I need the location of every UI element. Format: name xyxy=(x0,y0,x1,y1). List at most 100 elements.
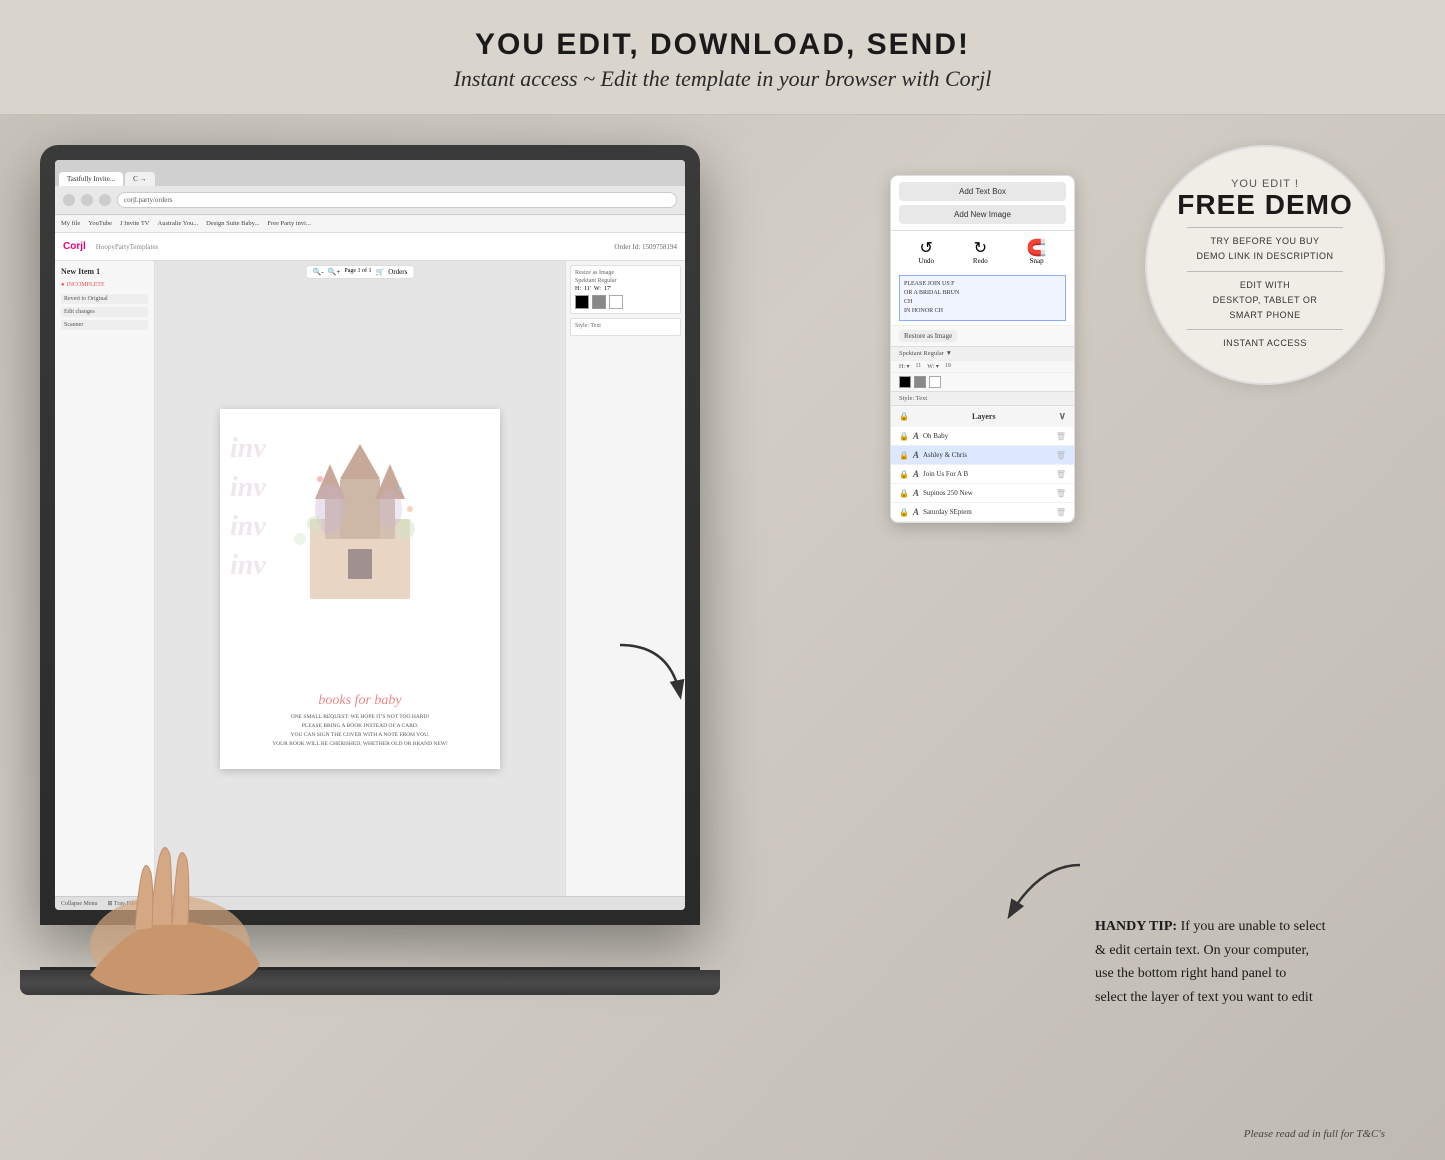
layer-trash-4[interactable]: 🗑 xyxy=(1056,489,1066,498)
rp-font-label: Spektant Regular xyxy=(575,278,676,284)
layer-item-saturday[interactable]: 🔒 A Saturday SEptem 🗑 xyxy=(891,503,1074,522)
browser-tab-active[interactable]: Tastfully Invite... xyxy=(59,172,123,186)
undo-btn[interactable]: ↺ Undo xyxy=(918,241,934,265)
rp-size-row: H:11'W:17' xyxy=(575,286,676,292)
rp-style-label: Style: Text xyxy=(575,323,676,329)
browser-chrome: Tastfully Invite... C → corjl.party/orde… xyxy=(55,160,685,215)
browser-tab-2[interactable]: C → xyxy=(125,172,154,186)
bookmark-5[interactable]: Design Suite Baby... xyxy=(206,220,259,227)
hand-area xyxy=(60,795,280,995)
card-bg-text: invinvinvinv xyxy=(230,429,266,586)
layer-trash-2[interactable]: 🗑 xyxy=(1056,451,1066,460)
mobile-panel: Add Text Box Add New Image ↺ Undo ↻ Redo… xyxy=(890,175,1075,523)
zoom-in-btn[interactable]: 🔍+ xyxy=(328,268,341,276)
color-gray[interactable] xyxy=(592,295,606,309)
incomplete-badge: ●INCOMPLETE xyxy=(61,282,148,288)
bookmark-2[interactable]: YouTube xyxy=(88,220,112,227)
layers-expand-icon[interactable]: ∨ xyxy=(1059,411,1066,422)
corjl-header: Corjl HoopyPartyTemplates Order Id: 1509… xyxy=(55,233,685,261)
nav-back-btn[interactable] xyxy=(63,194,75,206)
nav-reload-btn[interactable] xyxy=(99,194,111,206)
color-row xyxy=(891,372,1074,391)
action-item-3[interactable]: Scanner xyxy=(61,320,148,330)
card-bottom-text: books for baby ONE SMALL REQUEST: WE HOP… xyxy=(250,693,470,748)
corjl-subbrand: HoopyPartyTemplates xyxy=(96,243,159,251)
layer-name-4: Supinos 250 New xyxy=(923,489,973,497)
badge-instant-access: INSTANT ACCESS xyxy=(1223,336,1307,351)
layer-lock-2: 🔒 xyxy=(899,451,909,460)
layer-item-join-us[interactable]: 🔒 A Join Us For A B 🗑 xyxy=(891,465,1074,484)
restore-image-btn[interactable]: Restore as Image xyxy=(899,330,957,342)
layer-lock-4: 🔒 xyxy=(899,489,909,498)
arrow-to-layers xyxy=(990,855,1090,940)
tip-text-area: HANDY TIP: If you are unable to select& … xyxy=(1095,915,1385,1010)
color-swatch-white[interactable] xyxy=(929,376,941,388)
mp-icons-row: ↺ Undo ↻ Redo 🧲 Snap xyxy=(891,237,1074,271)
action-item-1[interactable]: Revert to Original xyxy=(61,294,148,304)
bookmark-4[interactable]: Australie You... xyxy=(158,220,199,227)
badge-divider-2 xyxy=(1187,271,1344,272)
layer-trash-3[interactable]: 🗑 xyxy=(1056,470,1066,479)
undo-label: Undo xyxy=(918,257,934,265)
nav-forward-btn[interactable] xyxy=(81,194,93,206)
color-white[interactable] xyxy=(609,295,623,309)
badge-divider-1 xyxy=(1187,227,1344,228)
layer-item-oh-baby[interactable]: 🔒 A Oh Baby 🗑 xyxy=(891,427,1074,446)
layer-lock-3: 🔒 xyxy=(899,470,909,479)
main-area: Tastfully Invite... C → corjl.party/orde… xyxy=(0,115,1445,1160)
handy-tip-label: HANDY TIP: xyxy=(1095,919,1177,934)
color-swatch-black[interactable] xyxy=(899,376,911,388)
address-field[interactable]: corjl.party/orders xyxy=(117,192,677,208)
redo-btn[interactable]: ↻ Redo xyxy=(973,241,988,265)
snap-btn[interactable]: 🧲 Snap xyxy=(1027,241,1047,265)
laptop-mockup: Tastfully Invite... C → corjl.party/orde… xyxy=(40,145,720,995)
snap-icon: 🧲 xyxy=(1027,241,1047,257)
font-selector[interactable]: Spektant Regular ▼ xyxy=(891,346,1074,360)
badge-free-demo: FREE DEMO xyxy=(1177,190,1352,221)
layer-lock-1: 🔒 xyxy=(899,432,909,441)
action-item-2[interactable]: Edit changes xyxy=(61,307,148,317)
color-black[interactable] xyxy=(575,295,589,309)
badge-divider-3 xyxy=(1187,329,1344,330)
orders-label: Orders xyxy=(388,268,407,276)
redo-label: Redo xyxy=(973,257,988,265)
card-small-text: ONE SMALL REQUEST: WE HOPE IT'S NOT TOO … xyxy=(250,713,470,748)
layers-header: 🔒 Layers ∨ xyxy=(891,405,1074,427)
layer-item-supinos[interactable]: 🔒 A Supinos 250 New 🗑 xyxy=(891,484,1074,503)
order-id: Order Id: 1509758194 xyxy=(614,243,677,251)
layer-type-1: A xyxy=(913,431,919,441)
top-banner: YOU EDIT, DOWNLOAD, SEND! Instant access… xyxy=(0,0,1445,115)
circle-badge: YOU EDIT ! FREE DEMO TRY BEFORE YOU BUY … xyxy=(1145,145,1385,385)
color-swatch-gray[interactable] xyxy=(914,376,926,388)
mp-divider-1 xyxy=(891,230,1074,231)
layers-title: Layers xyxy=(972,412,996,421)
card-castle xyxy=(290,439,430,599)
bookmark-6[interactable]: Free Party invi... xyxy=(267,220,311,227)
corjl-logo: Corjl xyxy=(63,241,86,252)
layer-type-4: A xyxy=(913,488,919,498)
browser-addressbar: corjl.party/orders xyxy=(55,186,685,214)
bookmark-1[interactable]: My file xyxy=(61,220,80,227)
text-box-preview: PLEASE JOIN US FOR A BRIDAL BRUNCHIN HON… xyxy=(899,275,1066,321)
headline-line1: YOU EDIT, DOWNLOAD, SEND! xyxy=(20,28,1425,62)
layer-trash-5[interactable]: 🗑 xyxy=(1056,508,1066,517)
add-text-box-btn[interactable]: Add Text Box xyxy=(899,182,1066,201)
layer-trash-1[interactable]: 🗑 xyxy=(1056,432,1066,441)
layer-item-ashley-chris[interactable]: 🔒 A Ashley & Chris 🗑 xyxy=(891,446,1074,465)
rp-image-label: Resize as Image xyxy=(575,270,676,276)
mp-toolbar-row: Restore as Image xyxy=(891,325,1074,346)
bookmark-3[interactable]: J Invite TV xyxy=(120,220,150,227)
layer-type-3: A xyxy=(913,469,919,479)
badge-try-before: TRY BEFORE YOU BUY DEMO LINK IN DESCRIPT… xyxy=(1196,234,1333,265)
bookmarks-bar: My file YouTube J Invite TV Australie Yo… xyxy=(55,215,685,233)
zoom-out-btn[interactable]: 🔍- xyxy=(313,268,324,276)
canvas-toolbar: 🔍- 🔍+ Page 1 of 1 🛒 Orders xyxy=(306,265,415,279)
layer-name-2: Ashley & Chris xyxy=(923,451,967,459)
rp-colors xyxy=(575,295,676,309)
layer-name-3: Join Us For A B xyxy=(923,470,968,478)
sidebar-actions: Revert to Original Edit changes Scanner xyxy=(61,294,148,330)
cart-btn[interactable]: 🛒 xyxy=(376,268,385,276)
add-new-image-btn[interactable]: Add New Image xyxy=(899,205,1066,224)
badge-edit-with: EDIT WITH DESKTOP, TABLET OR SMART PHONE xyxy=(1213,278,1318,324)
layer-type-5: A xyxy=(913,507,919,517)
